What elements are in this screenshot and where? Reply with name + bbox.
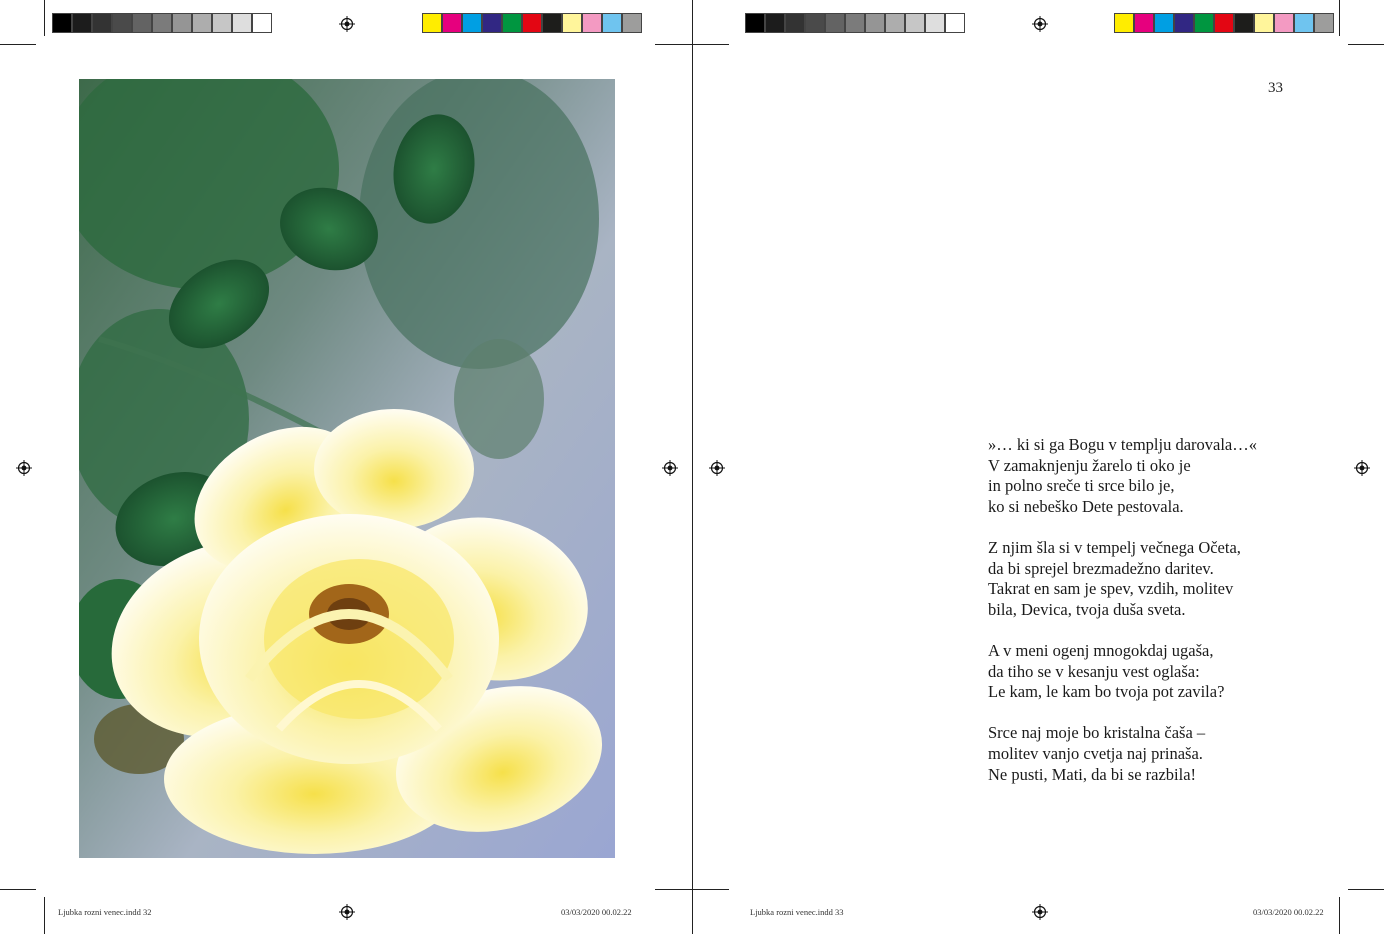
book-spread: Ljubka rozni venec.indd 32 03/03/2020 00… [0,0,1384,934]
grayscale-color-bar [745,13,965,33]
registration-mark-icon [339,16,355,32]
color-swatch [92,13,112,33]
registration-mark-icon [662,460,678,476]
crop-mark [1348,44,1384,45]
slug-file-name: Ljubka rozni venec.indd 32 [58,907,152,917]
registration-mark-icon [1032,904,1048,920]
poem-stanza: Srce naj moje bo kristalna čaša – molitev… [988,723,1257,785]
color-swatch [785,13,805,33]
color-swatch [172,13,192,33]
registration-mark-icon [16,460,32,476]
slug-timestamp: 03/03/2020 00.02.22 [561,907,632,917]
poem-line: molitev vanjo cvetja naj prinaša. [988,743,1203,763]
crop-mark [1339,897,1340,934]
poem-line: da bi sprejel brezmadežno daritev. [988,558,1214,578]
crop-mark [655,889,692,890]
crop-mark [655,44,692,45]
rose-image [79,79,615,858]
color-swatch [1134,13,1154,33]
crop-mark [1348,889,1384,890]
poem-line: V zamaknjenju žarelo ti oko je [988,455,1191,475]
poem-line: ko si nebeško Dete pestovala. [988,496,1184,516]
crop-mark [0,889,36,890]
color-swatch [442,13,462,33]
page-number: 33 [1268,80,1283,96]
color-swatch [1234,13,1254,33]
color-swatch [905,13,925,33]
crop-mark [693,44,729,45]
color-swatch [825,13,845,33]
registration-mark-icon [339,904,355,920]
color-swatch [252,13,272,33]
color-swatch [885,13,905,33]
poem-stanza: »… ki si ga Bogu v templju darovala…« V z… [988,435,1257,517]
poem-line: Srce naj moje bo kristalna čaša – [988,723,1206,743]
color-swatch [1294,13,1314,33]
color-swatch [132,13,152,33]
color-swatch [422,13,442,33]
registration-mark-icon [1354,460,1370,476]
color-swatch [562,13,582,33]
poem-line: A v meni ogenj mnogokdaj ugaša, [988,640,1214,660]
crop-mark [44,897,45,934]
color-swatch [1314,13,1334,33]
color-swatch [865,13,885,33]
poem-line: Takrat en sam je spev, vzdih, molitev [988,579,1234,599]
color-swatch [462,13,482,33]
color-swatch [622,13,642,33]
color-swatch [745,13,765,33]
color-swatch [52,13,72,33]
color-swatch [112,13,132,33]
color-swatch [1194,13,1214,33]
poem-line: Le kam, le kam bo tvoja pot zavila? [988,682,1225,702]
poem-line: bila, Devica, tvoja duša sveta. [988,599,1186,619]
color-swatch [192,13,212,33]
poem-stanza: A v meni ogenj mnogokdaj ugaša, da tiho s… [988,641,1257,703]
color-swatch [232,13,252,33]
color-swatch [1174,13,1194,33]
poem-stanza: Z njim šla si v tempelj večnega Očeta, da… [988,538,1257,620]
process-color-bar [422,13,642,33]
color-swatch [152,13,172,33]
left-page: Ljubka rozni venec.indd 32 03/03/2020 00… [0,0,692,934]
grayscale-color-bar [52,13,272,33]
poem-line: da tiho se v kesanju vest oglaša: [988,661,1200,681]
crop-mark [0,44,36,45]
color-swatch [482,13,502,33]
color-swatch [1214,13,1234,33]
color-swatch [805,13,825,33]
color-swatch [1254,13,1274,33]
crop-mark [693,889,729,890]
rose-photo [79,79,615,858]
poem-line: »… ki si ga Bogu v templju darovala…« [988,435,1258,454]
slug-file-name: Ljubka rozni venec.indd 33 [750,907,844,917]
color-swatch [582,13,602,33]
color-swatch [72,13,92,33]
color-swatch [925,13,945,33]
color-swatch [1154,13,1174,33]
color-swatch [522,13,542,33]
crop-mark [44,0,45,36]
color-swatch [1114,13,1134,33]
color-swatch [502,13,522,33]
process-color-bar [1114,13,1334,33]
poem-line: Z njim šla si v tempelj večnega Očeta, [988,537,1241,557]
color-swatch [602,13,622,33]
registration-mark-icon [709,460,725,476]
slug-timestamp: 03/03/2020 00.02.22 [1253,907,1324,917]
crop-mark [1339,0,1340,36]
color-swatch [212,13,232,33]
color-swatch [845,13,865,33]
color-swatch [1274,13,1294,33]
registration-mark-icon [1032,16,1048,32]
color-swatch [945,13,965,33]
poem-line: Ne pusti, Mati, da bi se razbila! [988,764,1197,784]
poem-line: in polno sreče ti srce bilo je, [988,476,1175,496]
color-swatch [542,13,562,33]
poem-sonnet: »… ki si ga Bogu v templju darovala…« V z… [988,435,1257,785]
color-swatch [765,13,785,33]
